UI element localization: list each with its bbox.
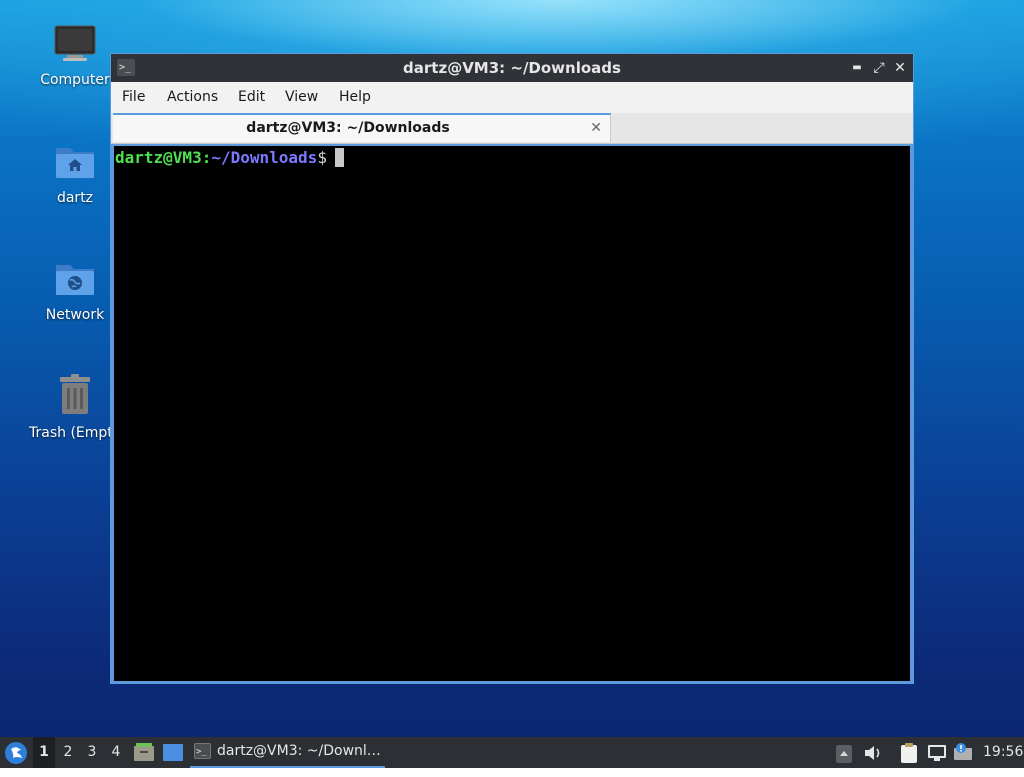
task-label: dartz@VM3: ~/Downl…	[217, 743, 381, 759]
desktop-icon-label: Computer	[40, 72, 110, 88]
tab-bar: dartz@VM3: ~/Downloads ✕	[111, 113, 913, 144]
desktop-icon-label: Network	[45, 307, 105, 323]
prompt-path: ~/Downloads	[211, 148, 318, 167]
terminal-task-icon: >_	[194, 743, 211, 759]
start-menu-button[interactable]	[4, 741, 28, 764]
terminal-window: >_ dartz@VM3: ~/Downloads ▬ ⤢ ✕ File Act…	[110, 53, 914, 684]
file-manager-launcher[interactable]	[133, 742, 155, 762]
network-status-button[interactable]	[926, 743, 948, 763]
maximize-button[interactable]: ⤢	[869, 58, 889, 78]
workspace-3[interactable]: 3	[81, 737, 103, 768]
network-folder-icon	[30, 259, 120, 303]
prompt-user-host: dartz@VM3	[115, 148, 202, 167]
update-notification-icon	[954, 743, 972, 760]
prompt-line: dartz@VM3:~/Downloads$	[115, 148, 344, 168]
wired-network-icon	[928, 745, 946, 761]
menu-actions[interactable]: Actions	[167, 82, 218, 113]
prompt-symbol: $	[317, 148, 327, 167]
desktop-icon-home[interactable]: dartz	[30, 142, 120, 206]
tab-close-icon[interactable]: ✕	[590, 115, 602, 142]
lxqt-logo-icon	[5, 742, 27, 764]
taskbar: 1 2 3 4 >_ dartz@VM3: ~/Downl… 19:56	[0, 737, 1024, 768]
prompt-separator: :	[201, 148, 212, 167]
clipboard-button[interactable]	[899, 742, 919, 764]
speaker-icon	[865, 746, 880, 760]
menu-edit[interactable]: Edit	[238, 82, 265, 113]
menu-help[interactable]: Help	[339, 82, 371, 113]
taskbar-task-terminal[interactable]: >_ dartz@VM3: ~/Downl…	[190, 737, 385, 768]
minimize-button[interactable]: ▬	[847, 58, 867, 78]
menu-file[interactable]: File	[122, 82, 145, 113]
file-manager-icon	[134, 743, 154, 761]
close-button[interactable]: ✕	[890, 58, 910, 78]
desktop-icon-label: dartz	[56, 190, 94, 206]
window-titlebar[interactable]: >_ dartz@VM3: ~/Downloads ▬ ⤢ ✕	[111, 54, 913, 82]
tab-label: dartz@VM3: ~/Downloads	[246, 120, 450, 136]
chevron-up-icon	[836, 745, 852, 763]
desktop-icon	[163, 744, 183, 761]
volume-button[interactable]	[863, 743, 883, 763]
desktop: Computer dartz Network Trash (Empty) >_ …	[0, 0, 1024, 768]
window-title: dartz@VM3: ~/Downloads	[403, 59, 621, 77]
update-notifier-button[interactable]	[952, 742, 974, 764]
text-cursor	[334, 148, 344, 167]
menu-bar: File Actions Edit View Help	[111, 82, 913, 113]
workspace-2[interactable]: 2	[57, 737, 79, 768]
clipboard-icon	[901, 743, 917, 763]
terminal-output[interactable]: dartz@VM3:~/Downloads$	[114, 146, 910, 681]
tray-expand-button[interactable]	[836, 744, 852, 763]
workspace-4[interactable]: 4	[105, 737, 127, 768]
desktop-icon-computer[interactable]: Computer	[30, 24, 120, 88]
desktop-icon-label: Trash (Empty)	[29, 425, 119, 441]
clock[interactable]: 19:56	[983, 737, 1023, 768]
home-folder-icon	[30, 142, 120, 186]
show-desktop-button[interactable]	[162, 743, 184, 763]
computer-icon	[30, 24, 120, 68]
workspace-1[interactable]: 1	[33, 737, 55, 768]
menu-view[interactable]: View	[285, 82, 318, 113]
tab-terminal[interactable]: dartz@VM3: ~/Downloads ✕	[113, 113, 611, 142]
desktop-icon-network[interactable]: Network	[30, 259, 120, 323]
